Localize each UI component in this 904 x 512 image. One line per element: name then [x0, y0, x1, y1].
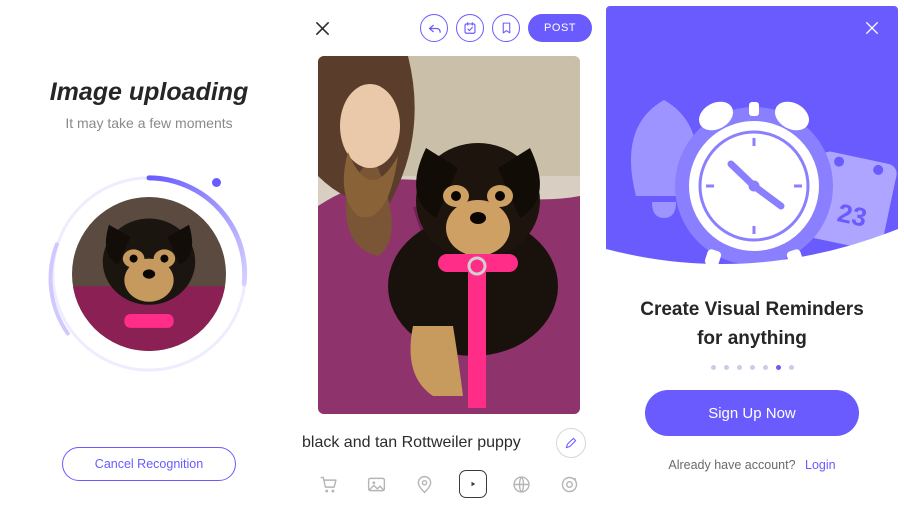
bookmark-icon	[500, 21, 513, 35]
caption-row: black and tan Rottweiler puppy	[298, 414, 600, 462]
schedule-button[interactable]	[456, 14, 484, 42]
onboarding-close-button[interactable]	[864, 20, 880, 41]
post-photo-illustration	[318, 56, 580, 414]
page-dot[interactable]	[711, 365, 716, 370]
close-icon	[314, 20, 331, 37]
post-button[interactable]: POST	[528, 14, 592, 42]
calendar-day-text: 23	[835, 197, 870, 232]
uploading-subtitle: It may take a few moments	[0, 115, 298, 131]
cancel-recognition-button[interactable]: Cancel Recognition	[62, 447, 236, 481]
page-dot[interactable]	[750, 365, 755, 370]
close-button[interactable]	[308, 14, 336, 42]
page-dot[interactable]	[789, 365, 794, 370]
progress-spinner	[54, 179, 244, 369]
onboarding-title: Create Visual Reminders for anything	[606, 296, 898, 353]
video-play-icon	[464, 475, 482, 493]
cart-icon	[318, 474, 339, 495]
tool-globe[interactable]	[508, 470, 536, 498]
page-dot[interactable]	[763, 365, 768, 370]
hero-illustration: 23	[606, 6, 898, 276]
globe-icon	[511, 474, 532, 495]
puppy-thumbnail-illustration	[72, 197, 226, 351]
image-icon	[366, 474, 387, 495]
tool-video[interactable]	[459, 470, 487, 498]
login-link[interactable]: Login	[805, 458, 836, 472]
compose-toolbar: POST	[298, 0, 600, 56]
hero-curve	[606, 229, 898, 276]
page-indicator	[606, 365, 898, 370]
screen-onboarding: 23	[606, 6, 898, 504]
page-dot[interactable]	[737, 365, 742, 370]
reply-icon	[427, 21, 442, 36]
tool-location[interactable]	[411, 470, 439, 498]
sign-up-button[interactable]: Sign Up Now	[645, 390, 859, 436]
post-photo[interactable]	[318, 56, 580, 414]
compose-actions: POST	[420, 14, 592, 42]
calendar-check-icon	[463, 21, 477, 35]
reply-button[interactable]	[420, 14, 448, 42]
tool-cart[interactable]	[314, 470, 342, 498]
uploading-thumbnail	[72, 197, 226, 351]
login-prompt: Already have account?	[668, 458, 795, 472]
tool-target[interactable]	[556, 470, 584, 498]
attachment-toolbar	[298, 462, 600, 498]
page-dot[interactable]	[724, 365, 729, 370]
screen-uploading: Image uploading It may take a few moment…	[0, 0, 298, 512]
login-row: Already have account? Login	[606, 458, 898, 472]
bookmark-button[interactable]	[492, 14, 520, 42]
page-dot-active[interactable]	[776, 365, 781, 370]
edit-caption-button[interactable]	[556, 428, 586, 458]
pencil-icon	[564, 436, 578, 450]
target-icon	[559, 474, 580, 495]
photo-caption: black and tan Rottweiler puppy	[302, 434, 521, 452]
screen-compose-post: POST	[298, 0, 600, 512]
spinner-dot-icon	[212, 178, 221, 187]
uploading-title: Image uploading	[0, 78, 298, 107]
location-pin-icon	[414, 474, 435, 495]
tool-image[interactable]	[362, 470, 390, 498]
close-icon	[864, 20, 880, 36]
